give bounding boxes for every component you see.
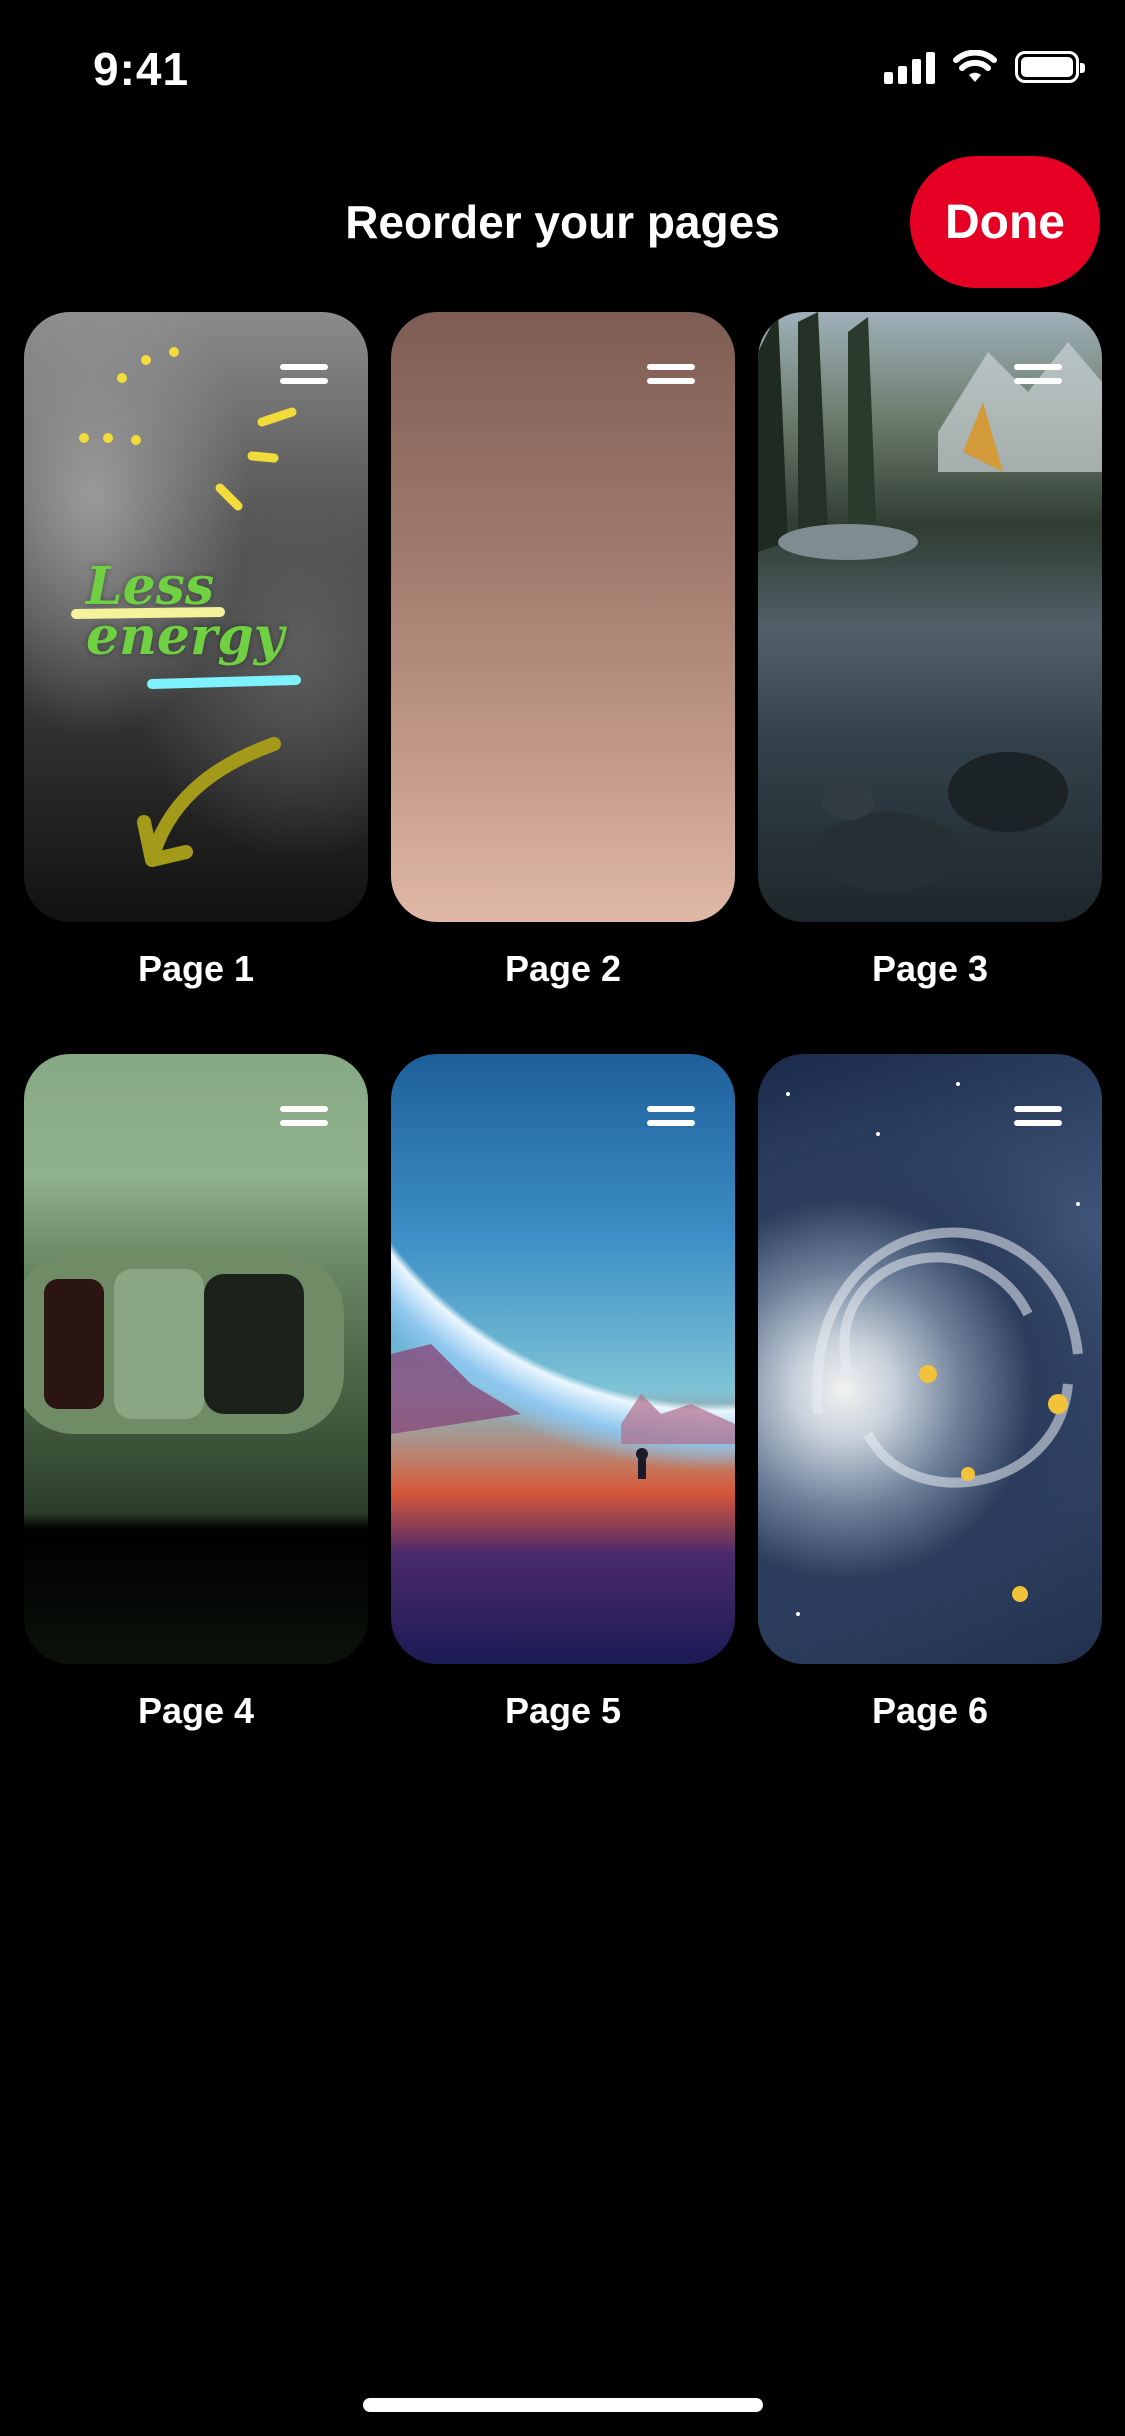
drag-handle-icon[interactable] [280,1106,328,1128]
page-label-3: Page 3 [871,948,989,989]
drag-handle-icon[interactable] [280,364,328,386]
page-label-1: Page 1 [137,948,255,989]
page-thumbnail-6[interactable] [758,1054,1102,1664]
cellular-signal-icon [884,50,935,84]
status-time: 9:41 [93,43,190,95]
landscape-shapes [758,312,1102,892]
page-thumbnail-3[interactable] [758,312,1102,922]
sticker-text: Less energy [86,556,284,667]
done-button[interactable]: Done [910,156,1100,288]
wifi-icon [953,50,997,82]
page-thumbnail-2[interactable] [391,312,735,922]
page-label-5: Page 5 [504,1690,622,1731]
page-thumbnail-5[interactable] [391,1054,735,1664]
drag-handle-icon[interactable] [647,364,695,386]
car-shape [24,1254,344,1434]
status-icons [884,50,1085,84]
page-thumbnail-4[interactable] [24,1054,368,1664]
drag-handle-icon[interactable] [1014,1106,1062,1128]
swirl-shapes [786,1082,1083,1616]
page-label-2: Page 2 [504,948,622,989]
drag-handle-icon[interactable] [1014,364,1062,386]
page-thumbnail-1[interactable]: Less energy [24,312,368,922]
drag-handle-icon[interactable] [647,1106,695,1128]
page-2-image [391,312,735,922]
page-label-6: Page 6 [871,1690,989,1731]
battery-icon [1015,51,1085,83]
page-label-4: Page 4 [137,1690,255,1731]
desert-scene [391,1344,735,1479]
home-indicator[interactable] [363,2398,763,2412]
